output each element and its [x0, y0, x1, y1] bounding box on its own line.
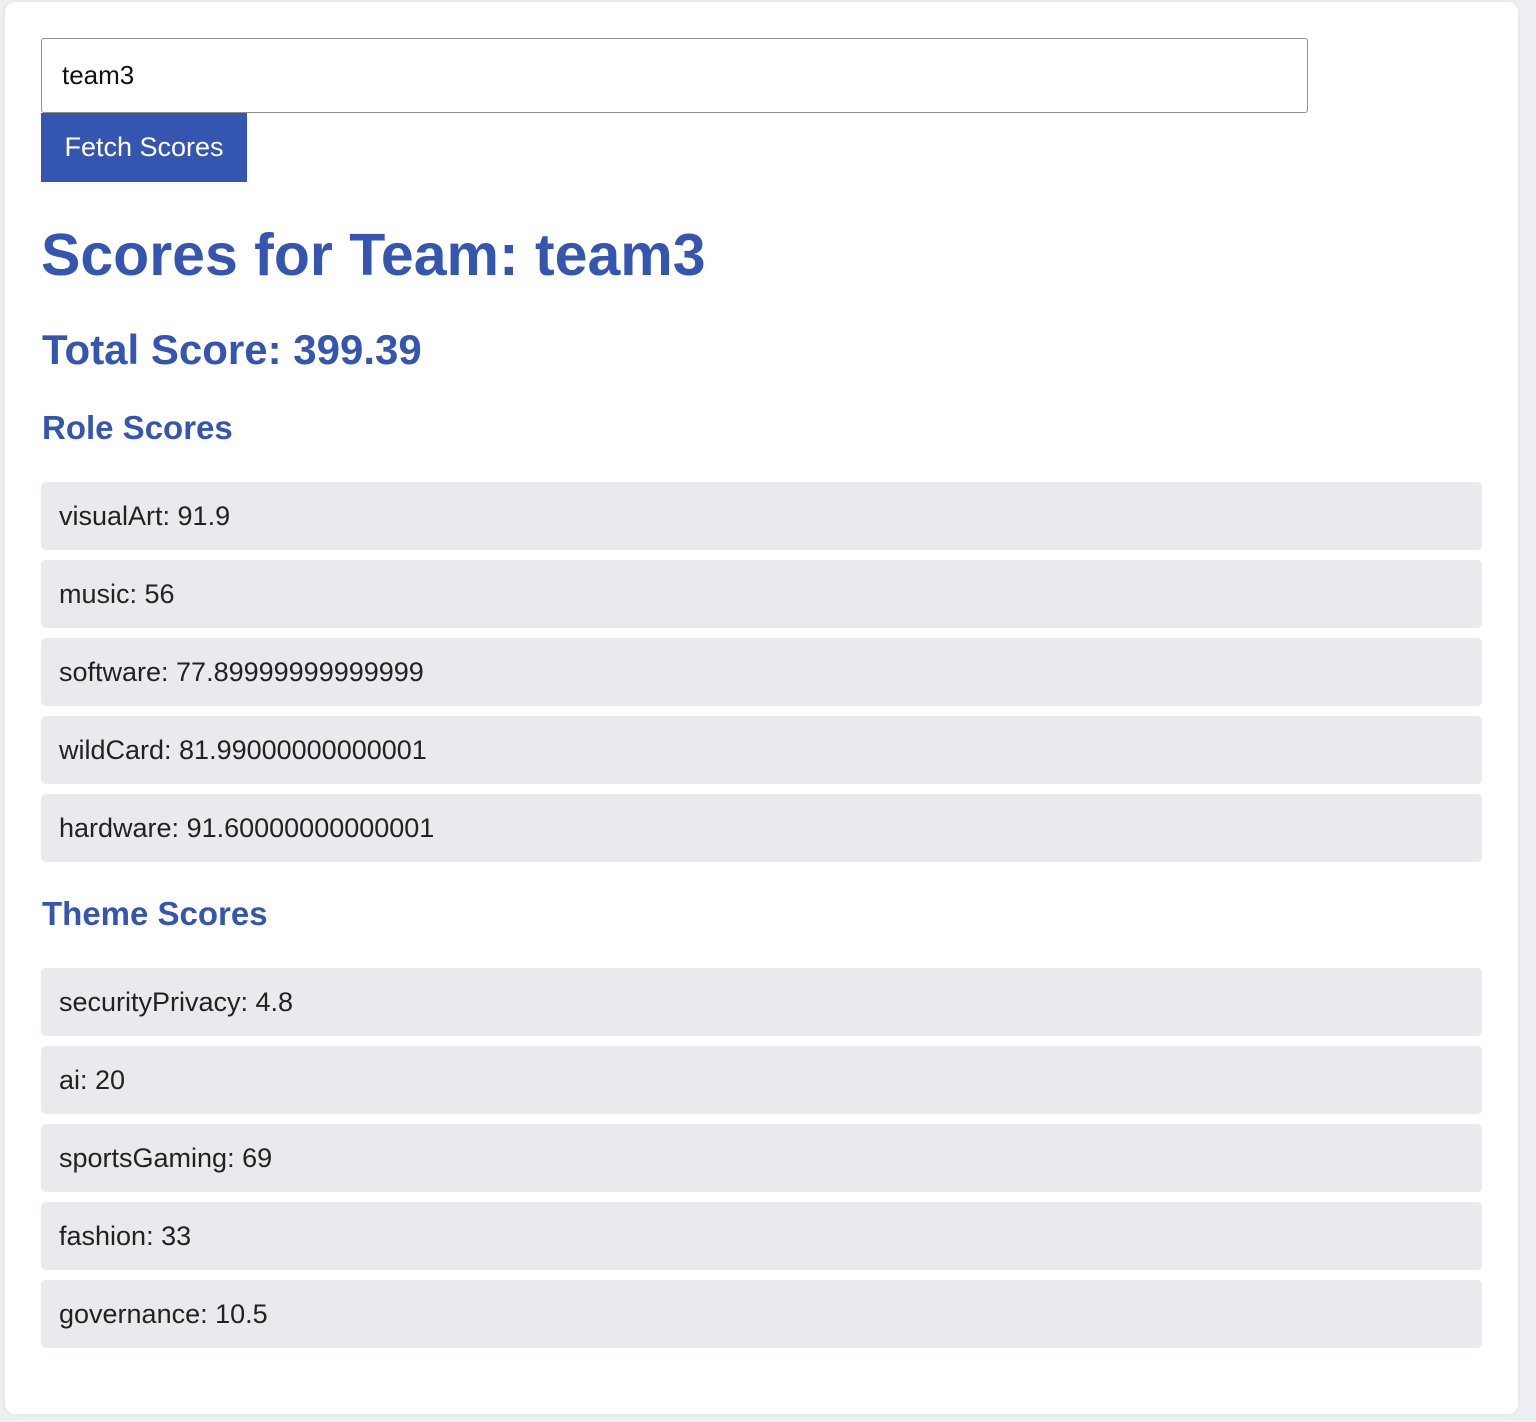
role-score-item: software: 77.89999999999999	[41, 638, 1482, 706]
role-score-item: wildCard: 81.99000000000001	[41, 716, 1482, 784]
theme-score-item: sportsGaming: 69	[41, 1124, 1482, 1192]
fetch-scores-button[interactable]: Fetch Scores	[41, 113, 247, 182]
role-score-item: visualArt: 91.9	[41, 482, 1482, 550]
scores-card: Fetch Scores Scores for Team: team3 Tota…	[5, 2, 1518, 1414]
theme-score-item: ai: 20	[41, 1046, 1482, 1114]
role-scores-heading: Role Scores	[42, 409, 233, 446]
theme-scores-list: securityPrivacy: 4.8 ai: 20 sportsGaming…	[41, 968, 1482, 1358]
theme-score-item: securityPrivacy: 4.8	[41, 968, 1482, 1036]
role-scores-list: visualArt: 91.9 music: 56 software: 77.8…	[41, 482, 1482, 872]
theme-scores-heading: Theme Scores	[42, 895, 268, 932]
total-score: Total Score: 399.39	[42, 326, 422, 373]
theme-score-item: fashion: 33	[41, 1202, 1482, 1270]
team-name-input[interactable]	[41, 38, 1308, 113]
role-score-item: hardware: 91.60000000000001	[41, 794, 1482, 862]
theme-score-item: governance: 10.5	[41, 1280, 1482, 1348]
page-title: Scores for Team: team3	[41, 222, 706, 288]
role-score-item: music: 56	[41, 560, 1482, 628]
